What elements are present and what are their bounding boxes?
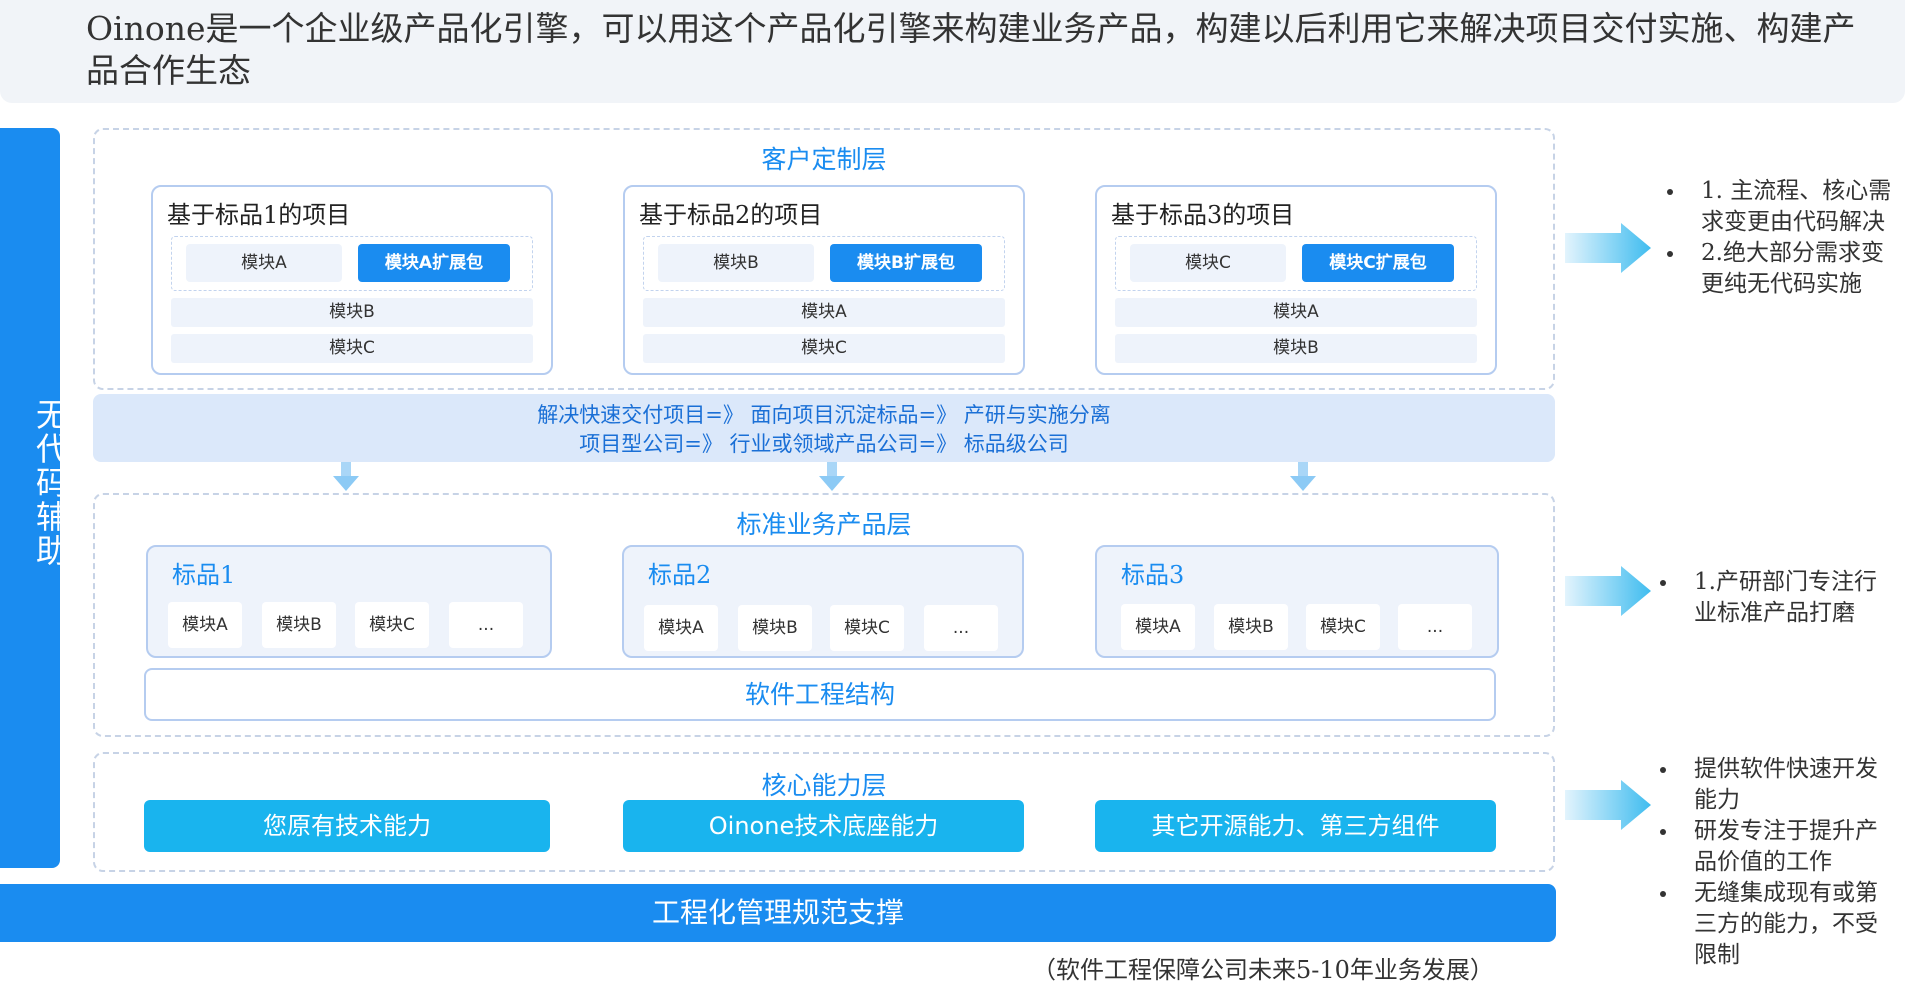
flow-line-1: 解决快速交付项目=》 面向项目沉淀标品=》 产研与实施分离 (537, 403, 1111, 427)
module-row: 模块A (643, 298, 1005, 327)
module-pill: 模块B (738, 605, 812, 651)
flow-bar: 解决快速交付项目=》 面向项目沉淀标品=》 产研与实施分离 项目型公司=》 行业… (93, 394, 1555, 462)
extension-pack-pill: 模块B扩展包 (830, 244, 982, 282)
module-pill: 模块A (644, 605, 718, 651)
standard-product-title: 标品2 (648, 561, 712, 589)
standard-product-card-1: 标品1 模块A 模块B 模块C ... (146, 545, 552, 658)
extension-row: 模块A 模块A扩展包 (171, 236, 533, 291)
module-row: 模块C (643, 334, 1005, 363)
project-card-title: 基于标品3的项目 (1111, 201, 1295, 229)
module-pill: ... (924, 605, 998, 651)
module-row: 模块C (171, 334, 533, 363)
module-row: 模块B (1115, 334, 1477, 363)
software-structure-bar: 软件工程结构 (144, 668, 1496, 721)
module-pill: 模块C (830, 605, 904, 651)
core-layer-notes: 提供软件快速开发能力 研发专注于提升产品价值的工作 无缝集成现有或第三方的能力，… (1660, 754, 1900, 971)
module-pill: 模块B (1214, 604, 1288, 650)
module-pill: 模块C (1130, 244, 1286, 282)
module-pill: 模块B (658, 244, 814, 282)
flow-line-2: 项目型公司=》 行业或领域产品公司=》 标品级公司 (579, 432, 1069, 456)
core-item-oinone-base: Oinone技术底座能力 (623, 800, 1024, 852)
project-card-1: 基于标品1的项目 模块A 模块A扩展包 模块B 模块C (151, 185, 553, 375)
note-item: 2.绝大部分需求变更纯无代码实施 (1667, 238, 1892, 300)
module-pill: 模块A (186, 244, 342, 282)
module-row: 模块A (1115, 298, 1477, 327)
note-item: 无缝集成现有或第三方的能力，不受限制 (1660, 878, 1900, 971)
standard-product-title: 标品3 (1121, 561, 1185, 589)
title-banner: Oinone是一个企业级产品化引擎，可以用这个产品化引擎来构建业务产品，构建以后… (0, 0, 1905, 103)
module-pill: 模块C (355, 602, 429, 648)
note-item: 1.产研部门专注行业标准产品打磨 (1660, 567, 1895, 629)
down-arrow-icon (1290, 462, 1316, 491)
project-card-3: 基于标品3的项目 模块C 模块C扩展包 模块A 模块B (1095, 185, 1497, 375)
engineering-support-bar: 工程化管理规范支撑 (0, 884, 1556, 942)
footer-note: （软件工程保障公司未来5-10年业务发展） (1032, 956, 1494, 984)
project-card-2: 基于标品2的项目 模块B 模块B扩展包 模块A 模块C (623, 185, 1025, 375)
core-layer-title: 核心能力层 (761, 771, 887, 800)
customer-layer-title: 客户定制层 (761, 145, 887, 174)
module-pill: 模块B (262, 602, 336, 648)
extension-row: 模块C 模块C扩展包 (1115, 236, 1477, 291)
down-arrow-icon (333, 462, 359, 491)
no-code-sidebar: 无代码辅助 (0, 128, 69, 868)
note-item: 提供软件快速开发能力 (1660, 754, 1900, 816)
extension-pack-pill: 模块A扩展包 (358, 244, 510, 282)
project-card-title: 基于标品1的项目 (167, 201, 351, 229)
module-pill: ... (1398, 604, 1472, 650)
core-item-existing-tech: 您原有技术能力 (144, 800, 550, 852)
customer-layer: 客户定制层 基于标品1的项目 模块A 模块A扩展包 模块B 模块C 基于标品2的… (93, 128, 1555, 390)
right-arrow-icon (1565, 566, 1651, 616)
standard-layer-notes: 1.产研部门专注行业标准产品打磨 (1660, 567, 1895, 629)
note-item: 1. 主流程、核心需求变更由代码解决 (1667, 176, 1892, 238)
standard-layer-title: 标准业务产品层 (736, 510, 912, 539)
standard-product-card-3: 标品3 模块A 模块B 模块C ... (1095, 545, 1499, 658)
customer-layer-notes: 1. 主流程、核心需求变更由代码解决 2.绝大部分需求变更纯无代码实施 (1667, 176, 1892, 300)
core-item-open-source: 其它开源能力、第三方组件 (1095, 800, 1496, 852)
extension-row: 模块B 模块B扩展包 (643, 236, 1005, 291)
project-card-title: 基于标品2的项目 (639, 201, 823, 229)
down-arrow-icon (819, 462, 845, 491)
standard-product-card-2: 标品2 模块A 模块B 模块C ... (622, 545, 1024, 658)
module-pill: 模块A (1121, 604, 1195, 650)
right-arrow-icon (1565, 780, 1651, 830)
module-pill: 模块A (168, 602, 242, 648)
standard-product-title: 标品1 (172, 561, 236, 589)
sidebar-label: 无代码辅助 (31, 398, 69, 568)
module-pill: 模块C (1306, 604, 1380, 650)
note-item: 研发专注于提升产品价值的工作 (1660, 816, 1900, 878)
extension-pack-pill: 模块C扩展包 (1302, 244, 1454, 282)
module-pill: ... (449, 602, 523, 648)
right-arrow-icon (1565, 223, 1651, 273)
module-row: 模块B (171, 298, 533, 327)
page-title: Oinone是一个企业级产品化引擎，可以用这个产品化引擎来构建业务产品，构建以后… (86, 9, 1856, 90)
